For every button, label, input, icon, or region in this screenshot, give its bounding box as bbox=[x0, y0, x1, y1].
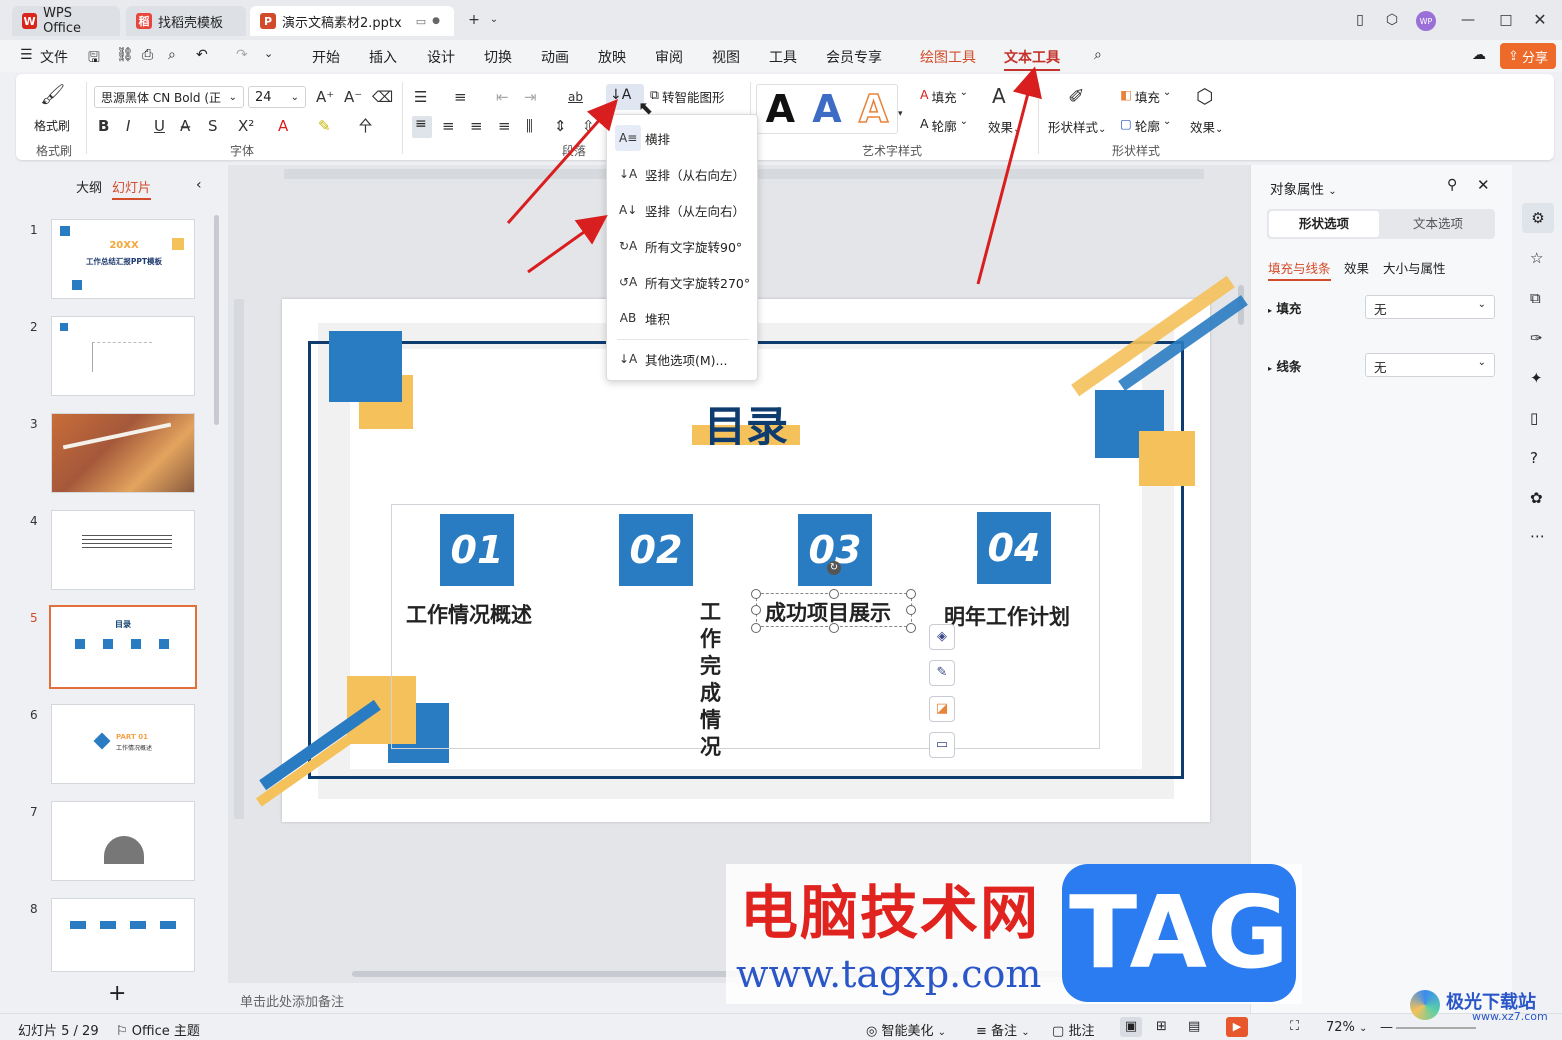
watermark-panel: 电脑技术网 www.tagxp.com TAG bbox=[726, 864, 1302, 1004]
corner-logo-icon bbox=[1410, 990, 1440, 1020]
watermark-corner: 极光下载站 www.xz7.com bbox=[1410, 986, 1560, 1026]
red-arrow bbox=[506, 99, 618, 224]
watermark-url: www.tagxp.com bbox=[736, 952, 1042, 996]
watermark-cn: 电脑技术网 bbox=[740, 879, 1041, 947]
corner-url: www.xz7.com bbox=[1472, 1010, 1548, 1023]
red-arrow bbox=[976, 66, 1042, 285]
watermark-tag: TAG bbox=[1062, 864, 1296, 1002]
red-arrow bbox=[527, 215, 608, 274]
